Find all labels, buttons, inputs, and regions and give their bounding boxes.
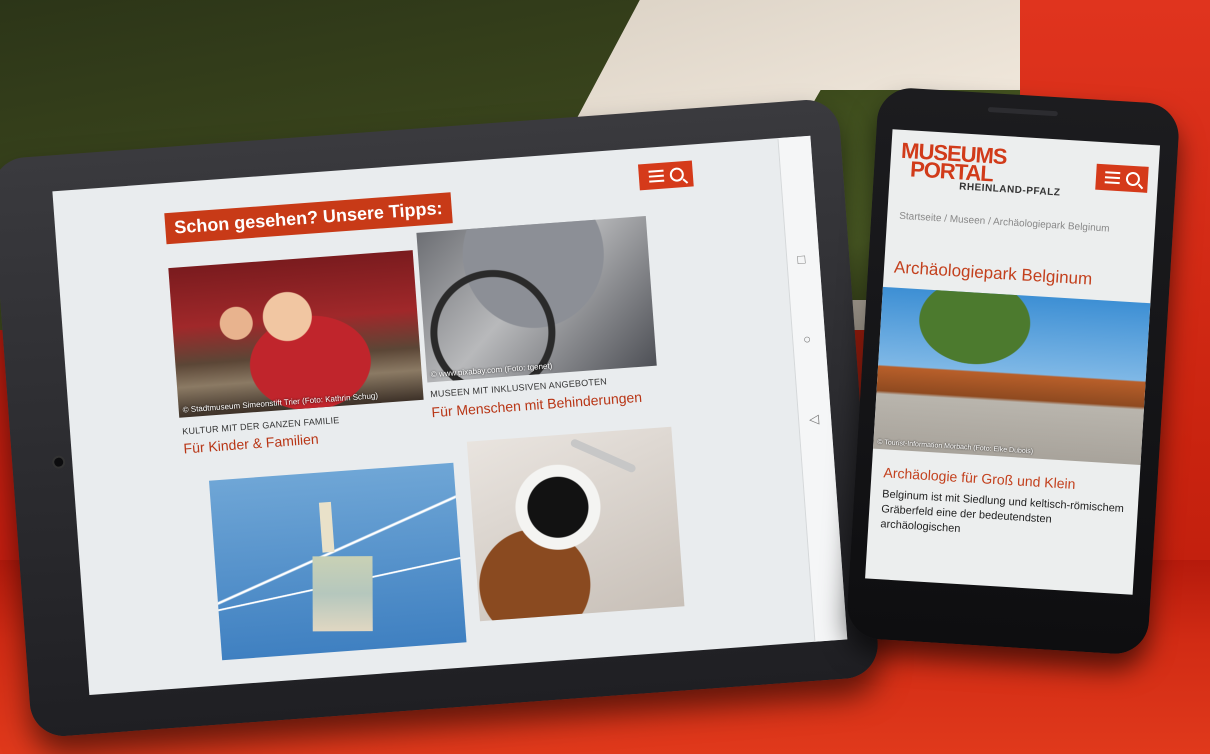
menu-search-button[interactable] bbox=[637, 160, 694, 191]
spoon-shape bbox=[569, 437, 637, 474]
menu-search-button[interactable] bbox=[1095, 163, 1149, 193]
image-credit: © Stadtmuseum Simeonstift Trier (Foto: K… bbox=[182, 391, 379, 415]
tips-heading: Schon gesehen? Unsere Tipps: bbox=[164, 192, 453, 245]
body-text: Belginum ist mit Siedlung und keltisch-r… bbox=[880, 488, 1125, 536]
logo-line-2: PORTAL bbox=[909, 156, 994, 187]
section-heading: Archäologie für Groß und Klein bbox=[883, 464, 1076, 493]
search-icon bbox=[1125, 171, 1140, 187]
image-credit: © www.pixabay.com (Foto: tgenet) bbox=[430, 361, 553, 380]
phone-speaker bbox=[987, 106, 1058, 117]
card-money[interactable] bbox=[208, 462, 467, 661]
card-image-wheelchair: © www.pixabay.com (Foto: tgenet) bbox=[416, 216, 657, 383]
back-icon[interactable]: ◁ bbox=[809, 411, 820, 428]
card-image-kids: © Stadtmuseum Simeonstift Trier (Foto: K… bbox=[168, 250, 424, 418]
tablet-camera bbox=[51, 455, 66, 470]
card-families[interactable]: © Stadtmuseum Simeonstift Trier (Foto: K… bbox=[168, 250, 424, 418]
tablet-device: Schon gesehen? Unsere Tipps: © Stadtmuse… bbox=[0, 97, 881, 739]
android-nav-bar: □ ○ ◁ bbox=[777, 135, 848, 642]
phone-screen: MUSEUMS PORTAL RHEINLAND-PFALZ Startseit… bbox=[865, 129, 1161, 595]
page-title: Archäologiepark Belginum bbox=[893, 257, 1093, 289]
museum-photo: © Tourist-Information Morbach (Foto: Elk… bbox=[873, 286, 1151, 465]
card-cafe[interactable] bbox=[466, 426, 685, 622]
hamburger-icon bbox=[647, 169, 664, 183]
hamburger-icon bbox=[1104, 171, 1120, 185]
site-logo[interactable]: MUSEUMS PORTAL bbox=[900, 138, 1008, 187]
tablet-screen: Schon gesehen? Unsere Tipps: © Stadtmuse… bbox=[52, 135, 848, 696]
search-icon bbox=[668, 167, 684, 183]
card-image-money bbox=[208, 462, 467, 661]
breadcrumb[interactable]: Startseite / Museen / Archäologiepark Be… bbox=[899, 210, 1139, 239]
logo-subtitle: RHEINLAND-PFALZ bbox=[958, 181, 1061, 199]
home-icon[interactable]: ○ bbox=[803, 331, 812, 347]
recents-icon[interactable]: □ bbox=[797, 251, 806, 267]
image-credit: © Tourist-Information Morbach (Foto: Elk… bbox=[877, 438, 1034, 456]
banknote-shape bbox=[312, 556, 373, 632]
clothespin-shape bbox=[318, 501, 335, 553]
card-image-coffee bbox=[466, 426, 685, 622]
card-inclusion[interactable]: © www.pixabay.com (Foto: tgenet) bbox=[416, 216, 657, 383]
phone-device: MUSEUMS PORTAL RHEINLAND-PFALZ Startseit… bbox=[845, 86, 1181, 656]
